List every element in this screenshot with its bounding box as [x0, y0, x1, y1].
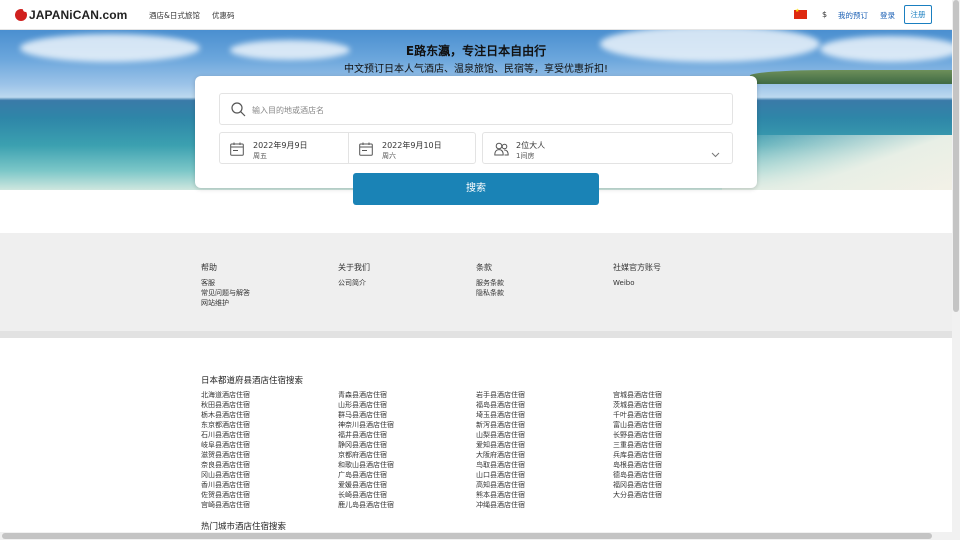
logo-text: JAPANiCAN.com — [29, 8, 128, 22]
hero-subtitle: 中文预订日本人气酒店、温泉旅馆、民宿等，享受优惠折扣! — [343, 64, 608, 75]
checkin-weekday: 周五 — [253, 152, 267, 160]
prefecture-link[interactable]: 群马县酒店住宿 — [338, 410, 394, 420]
footer-link-faq[interactable]: 常见问题与解答 — [201, 288, 250, 298]
prefecture-link[interactable]: 栃木县酒店住宿 — [201, 410, 250, 420]
prefecture-link[interactable]: 大分县酒店住宿 — [613, 490, 662, 500]
china-flag-icon[interactable] — [794, 8, 807, 19]
prefecture-link[interactable]: 富山县酒店住宿 — [613, 420, 662, 430]
prefecture-link[interactable]: 京都府酒店住宿 — [338, 450, 394, 460]
prefecture-column-3: 岩手县酒店住宿 福岛县酒店住宿 埼玉县酒店住宿 新泻县酒店住宿 山梨县酒店住宿 … — [476, 390, 525, 510]
prefecture-link[interactable]: 冈山县酒店住宿 — [201, 470, 250, 480]
destination-input[interactable] — [252, 102, 712, 118]
vertical-scrollbar-thumb[interactable] — [953, 0, 959, 312]
horizontal-scrollbar-thumb[interactable] — [2, 533, 932, 539]
footer-terms-title: 条款 — [476, 263, 492, 272]
prefecture-link[interactable]: 山梨县酒店住宿 — [476, 430, 525, 440]
footer-social-title: 社媒官方账号 — [613, 263, 661, 272]
site-logo[interactable]: JAPANiCAN.com — [15, 7, 128, 22]
prefecture-link[interactable]: 茨城县酒店住宿 — [613, 400, 662, 410]
checkin-date-field[interactable]: 2022年9月9日 周五 — [219, 132, 349, 164]
nav-hotels-ryokan[interactable]: 酒店&日式旅馆 — [149, 10, 200, 21]
prefecture-link[interactable]: 东京都酒店住宿 — [201, 420, 250, 430]
prefecture-link[interactable]: 山形县酒店住宿 — [338, 400, 394, 410]
checkout-date: 2022年9月10日 — [382, 141, 442, 150]
prefecture-link[interactable]: 滋贺县酒店住宿 — [201, 450, 250, 460]
prefecture-link[interactable]: 香川县酒店住宿 — [201, 480, 250, 490]
footer-help-title: 帮助 — [201, 263, 217, 272]
prefecture-link[interactable]: 高知县酒店住宿 — [476, 480, 525, 490]
prefecture-link[interactable]: 埼玉县酒店住宿 — [476, 410, 525, 420]
footer-divider — [0, 331, 952, 338]
destination-field[interactable] — [219, 93, 733, 125]
prefecture-link[interactable]: 佐贺县酒店住宿 — [201, 490, 250, 500]
register-button[interactable]: 注册 — [904, 5, 932, 24]
prefecture-link[interactable]: 千叶县酒店住宿 — [613, 410, 662, 420]
search-button[interactable]: 搜索 — [353, 173, 599, 205]
prefecture-link[interactable]: 广岛县酒店住宿 — [338, 470, 394, 480]
rooms-count: 1间房 — [516, 152, 535, 160]
footer-link-weibo[interactable]: Weibo — [613, 278, 635, 288]
guests-count: 2位大人 — [516, 141, 546, 150]
checkout-date-field[interactable]: 2022年9月10日 周六 — [348, 132, 476, 164]
prefecture-link[interactable]: 青森县酒店住宿 — [338, 390, 394, 400]
prefecture-link[interactable]: 山口县酒店住宿 — [476, 470, 525, 480]
footer-link-privacy[interactable]: 隐私条款 — [476, 288, 504, 298]
checkout-weekday: 周六 — [382, 152, 396, 160]
prefecture-link[interactable]: 熊本县酒店住宿 — [476, 490, 525, 500]
guests-icon — [494, 141, 509, 160]
prefecture-link[interactable]: 鹿儿岛县酒店住宿 — [338, 500, 394, 510]
prefecture-link[interactable]: 宫城县酒店住宿 — [613, 390, 662, 400]
prefecture-column-4: 宫城县酒店住宿 茨城县酒店住宿 千叶县酒店住宿 富山县酒店住宿 长野县酒店住宿 … — [613, 390, 662, 500]
prefecture-link[interactable]: 静冈县酒店住宿 — [338, 440, 394, 450]
prefecture-link[interactable]: 福冈县酒店住宿 — [613, 480, 662, 490]
prefecture-search-title: 日本都道府县酒店住宿搜索 — [201, 376, 304, 386]
prefecture-link[interactable]: 宫崎县酒店住宿 — [201, 500, 250, 510]
prefecture-column-2: 青森县酒店住宿 山形县酒店住宿 群马县酒店住宿 神奈川县酒店住宿 福井县酒店住宿… — [338, 390, 394, 510]
prefecture-link[interactable]: 三重县酒店住宿 — [613, 440, 662, 450]
prefecture-link[interactable]: 冲绳县酒店住宿 — [476, 500, 525, 510]
prefecture-link[interactable]: 岐阜县酒店住宿 — [201, 440, 250, 450]
prefecture-link[interactable]: 爱媛县酒店住宿 — [338, 480, 394, 490]
prefecture-link[interactable]: 鸟取县酒店住宿 — [476, 460, 525, 470]
prefecture-link[interactable]: 新泻县酒店住宿 — [476, 420, 525, 430]
prefecture-link[interactable]: 神奈川县酒店住宿 — [338, 420, 394, 430]
prefecture-link[interactable]: 奈良县酒店住宿 — [201, 460, 250, 470]
prefecture-link[interactable]: 大阪府酒店住宿 — [476, 450, 525, 460]
currency-selector[interactable]: $ — [822, 10, 827, 19]
top-header: JAPANiCAN.com 酒店&日式旅馆 优惠码 $ 我的预订 登录 注册 — [0, 0, 952, 30]
logo-mark-icon — [15, 7, 28, 21]
prefecture-link[interactable]: 兵库县酒店住宿 — [613, 450, 662, 460]
prefecture-link[interactable]: 秋田县酒店住宿 — [201, 400, 250, 410]
prefecture-link[interactable]: 北海道酒店住宿 — [201, 390, 250, 400]
footer-link-service-terms[interactable]: 服务条款 — [476, 278, 504, 288]
prefecture-column-1: 北海道酒店住宿 秋田县酒店住宿 栃木县酒店住宿 东京都酒店住宿 石川县酒店住宿 … — [201, 390, 250, 510]
prefecture-link[interactable]: 和歌山县酒店住宿 — [338, 460, 394, 470]
prefecture-link[interactable]: 爱知县酒店住宿 — [476, 440, 525, 450]
footer-link-company[interactable]: 公司简介 — [338, 278, 366, 288]
calendar-icon — [359, 141, 373, 160]
prefecture-link[interactable]: 岛根县酒店住宿 — [613, 460, 662, 470]
footer-about-title: 关于我们 — [338, 263, 370, 272]
nav-coupon[interactable]: 优惠码 — [212, 10, 235, 21]
search-panel: 2022年9月9日 周五 2022年9月10日 周六 2位大人 1间房 — [195, 76, 757, 188]
popular-cities-title: 热门城市酒店住宿搜索 — [201, 522, 287, 532]
my-booking-link[interactable]: 我的预订 — [838, 10, 868, 21]
search-icon — [231, 102, 246, 121]
chevron-down-icon — [711, 143, 720, 162]
footer-link-maintenance[interactable]: 网站维护 — [201, 298, 229, 308]
prefecture-link[interactable]: 德岛县酒店住宿 — [613, 470, 662, 480]
login-link[interactable]: 登录 — [880, 10, 895, 21]
prefecture-link[interactable]: 岩手县酒店住宿 — [476, 390, 525, 400]
prefecture-link[interactable]: 福井县酒店住宿 — [338, 430, 394, 440]
footer-link-customer-service[interactable]: 客服 — [201, 278, 215, 288]
calendar-icon — [230, 141, 244, 160]
guests-rooms-selector[interactable]: 2位大人 1间房 — [482, 132, 733, 164]
prefecture-link[interactable]: 长崎县酒店住宿 — [338, 490, 394, 500]
prefecture-link[interactable]: 长野县酒店住宿 — [613, 430, 662, 440]
prefecture-link[interactable]: 福岛县酒店住宿 — [476, 400, 525, 410]
checkin-date: 2022年9月9日 — [253, 141, 308, 150]
hero-title: E路东瀛，专注日本自由行 — [405, 44, 547, 58]
prefecture-link[interactable]: 石川县酒店住宿 — [201, 430, 250, 440]
